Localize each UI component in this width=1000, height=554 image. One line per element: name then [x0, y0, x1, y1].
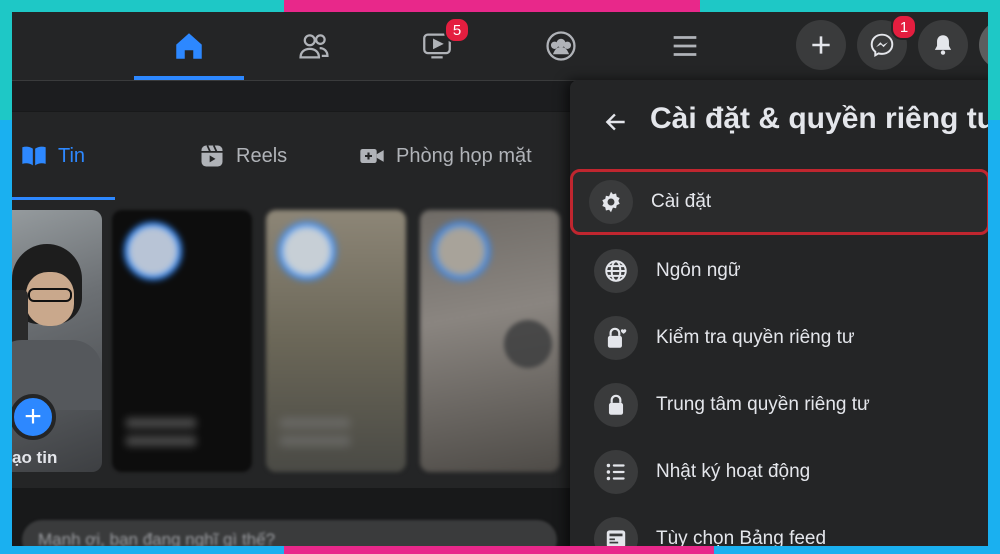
tab-rooms[interactable]: Phòng họp mặt [358, 112, 532, 200]
menu-item-activity-log[interactable]: Nhật ký hoạt động [578, 441, 988, 503]
menu-item-label: Nhật ký hoạt động [656, 461, 811, 482]
notifications-button[interactable] [918, 20, 968, 70]
stories-row: + ạo tin [12, 200, 572, 488]
menu-item-label: Cài đặt [651, 191, 712, 212]
composer-input[interactable]: Mạnh ơi, bạn đang nghĩ gì thế? [22, 520, 557, 546]
menu-item-feed-preferences[interactable]: Tùy chọn Bảng feed [578, 508, 988, 546]
feed-tabs: Tin Reels Phòng họp mặt [12, 112, 572, 200]
feed-spacer [12, 81, 572, 111]
menu-item-privacy-center[interactable]: Trung tâm quyền riêng tư [578, 374, 988, 436]
back-button[interactable] [598, 104, 634, 140]
tab-reels-label: Reels [236, 144, 288, 167]
menu-item-label: Kiểm tra quyền riêng tư [656, 327, 855, 348]
app-screen: 5 1 Tin Reels Phòng họp mặt + ạo tin Mạn… [12, 12, 988, 546]
globe-icon [594, 249, 638, 293]
bell-icon [934, 35, 952, 55]
friends-icon [299, 34, 329, 59]
avatar[interactable] [979, 20, 988, 70]
lock-icon [594, 383, 638, 427]
menu-item-label: Tùy chọn Bảng feed [656, 528, 827, 546]
arrow-left-icon [605, 113, 625, 131]
story-card[interactable] [112, 210, 252, 472]
panel-title: Cài đặt & quyền riêng tư [650, 102, 988, 135]
top-navigation: 5 1 [12, 12, 988, 81]
menu-item-privacy-checkup[interactable]: Kiểm tra quyền riêng tư [578, 307, 988, 369]
create-button[interactable] [796, 20, 846, 70]
story-avatar [278, 222, 336, 280]
story-author [126, 418, 196, 454]
menu-item-settings[interactable]: Cài đặt [570, 169, 988, 235]
story-author [280, 418, 350, 454]
nav-tab-friends[interactable] [259, 12, 369, 80]
story-card[interactable] [420, 210, 560, 472]
nav-tab-home[interactable] [134, 12, 244, 80]
reels-icon [201, 145, 223, 167]
story-card[interactable] [266, 210, 406, 472]
create-story-label: ạo tin [12, 448, 58, 467]
watch-badge: 5 [444, 17, 470, 43]
nav-tab-groups[interactable] [506, 12, 616, 80]
nav-tab-menu[interactable] [630, 12, 740, 80]
tab-stories-label: Tin [58, 144, 86, 167]
hamburger-icon [673, 36, 697, 56]
book-icon [22, 146, 46, 166]
add-story-button[interactable]: + [12, 394, 56, 440]
story-avatar [124, 222, 182, 280]
menu-item-label: Trung tâm quyền riêng tư [656, 394, 870, 415]
nav-tab-watch[interactable]: 5 [382, 12, 492, 80]
tab-stories[interactable]: Tin [12, 112, 116, 200]
menu-item-language[interactable]: Ngôn ngữ [578, 240, 988, 302]
story-next-arrow[interactable] [504, 320, 552, 368]
feed-icon [594, 517, 638, 546]
gear-icon [589, 180, 633, 224]
plus-icon [812, 36, 830, 54]
lock-heart-icon [594, 316, 638, 360]
messenger-icon [870, 33, 894, 57]
tab-rooms-label: Phòng họp mặt [396, 144, 532, 167]
menu-item-label: Ngôn ngữ [656, 260, 741, 281]
groups-icon [546, 31, 576, 61]
home-icon [176, 33, 202, 59]
story-avatar [432, 222, 490, 280]
list-icon [594, 450, 638, 494]
settings-panel: Cài đặt & quyền riêng tư Cài đặt Ngôn ng… [570, 80, 988, 546]
messenger-button[interactable]: 1 [857, 14, 917, 70]
tab-reels[interactable]: Reels [198, 112, 287, 200]
messenger-badge: 1 [891, 14, 917, 40]
video-camera-icon [360, 149, 384, 163]
